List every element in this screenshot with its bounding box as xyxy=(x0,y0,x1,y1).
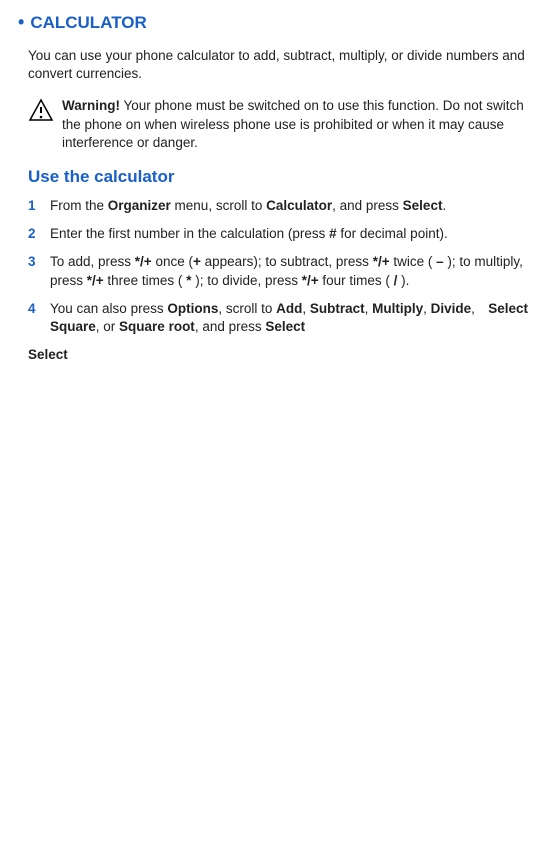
warning-callout: Warning! Your phone must be switched on … xyxy=(28,97,528,152)
step-4: 4 You can also press Options, scroll to … xyxy=(28,300,528,336)
step-3: 3 To add, press */+ once (+ appears); to… xyxy=(28,253,528,289)
step-body: To add, press */+ once (+ appears); to s… xyxy=(50,253,528,289)
subheading: Use the calculator xyxy=(28,166,528,189)
step-1: 1 From the Organizer menu, scroll to Cal… xyxy=(28,197,528,215)
step-number: 3 xyxy=(28,253,50,289)
step-body: You can also press Options, scroll to Ad… xyxy=(50,300,488,336)
warning-label: Warning! xyxy=(62,98,120,113)
step-body: From the Organizer menu, scroll to Calcu… xyxy=(50,197,528,215)
title-text: CALCULATOR xyxy=(30,12,146,35)
step-number: 4 xyxy=(28,300,50,336)
warning-text-block: Warning! Your phone must be switched on … xyxy=(62,97,528,152)
step-body: Enter the first number in the calculatio… xyxy=(50,225,528,243)
step-number: 2 xyxy=(28,225,50,243)
step-number: 1 xyxy=(28,197,50,215)
bullet-icon: • xyxy=(18,10,24,34)
step-2: 2 Enter the first number in the calculat… xyxy=(28,225,528,243)
warning-icon xyxy=(28,98,56,127)
intro-paragraph: You can use your phone calculator to add… xyxy=(28,47,528,83)
warning-body: Your phone must be switched on to use th… xyxy=(62,98,524,149)
section-title: • CALCULATOR xyxy=(28,10,528,35)
